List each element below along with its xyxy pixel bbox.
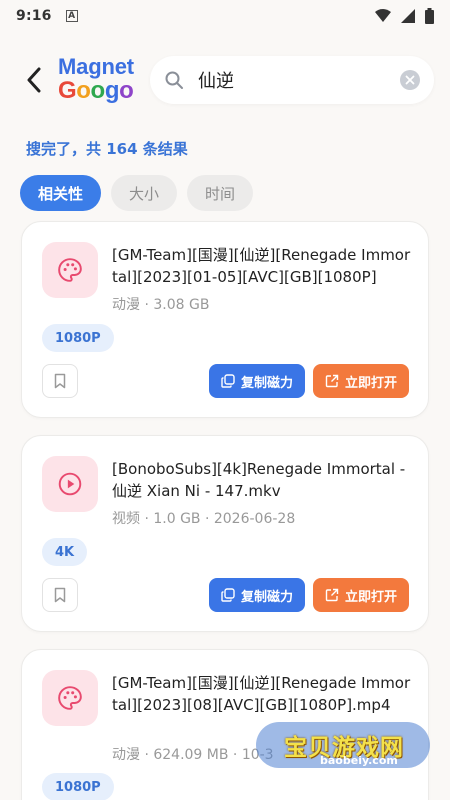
- sort-tabs: 相关性 大小 时间: [20, 175, 254, 211]
- battery-icon: [425, 8, 434, 24]
- quality-tag: 1080P: [42, 773, 114, 800]
- copy-icon: [221, 374, 235, 388]
- copy-icon: [221, 588, 235, 602]
- close-icon: [405, 75, 415, 85]
- logo-text-googo: Googo: [58, 77, 134, 104]
- result-title[interactable]: [BonoboSubs][4k]Renegade Immortal - 仙逆 X…: [112, 458, 412, 502]
- bookmark-icon: [54, 373, 66, 389]
- status-time: 9:16: [16, 8, 52, 24]
- open-now-button[interactable]: 立即打开: [313, 364, 409, 398]
- copy-magnet-label: 复制磁力: [240, 589, 293, 605]
- status-bar: 9:16 A: [0, 0, 450, 32]
- category-icon-box: [42, 456, 98, 512]
- bookmark-button[interactable]: [42, 578, 78, 612]
- chevron-left-icon: [27, 67, 41, 93]
- back-button[interactable]: [18, 62, 50, 98]
- search-query[interactable]: 仙逆: [198, 67, 400, 93]
- open-now-label: 立即打开: [344, 589, 397, 605]
- result-title[interactable]: [GM-Team][国漫][仙逆][Renegade Immortal][202…: [112, 244, 412, 288]
- play-circle-icon: [58, 472, 82, 496]
- quality-tag: 1080P: [42, 324, 114, 352]
- copy-magnet-button[interactable]: 复制磁力: [209, 364, 305, 398]
- category-icon-box: [42, 242, 98, 298]
- logo-text-magnet: Magnet: [58, 54, 134, 79]
- copy-magnet-button[interactable]: 复制磁力: [209, 578, 305, 612]
- palette-icon: [58, 686, 82, 710]
- quality-tag: 4K: [42, 538, 88, 566]
- notification-icon: A: [65, 10, 78, 22]
- site-watermark: 宝贝游戏网 baobeiy.com: [256, 722, 430, 768]
- copy-magnet-label: 复制磁力: [240, 375, 293, 391]
- open-now-label: 立即打开: [344, 375, 397, 391]
- bookmark-icon: [54, 587, 66, 603]
- app-logo: Magnet Googo: [58, 56, 140, 104]
- header: Magnet Googo 仙逆: [0, 48, 450, 112]
- watermark-url: baobeiy.com: [320, 754, 398, 767]
- external-link-icon: [325, 588, 339, 602]
- open-now-button[interactable]: 立即打开: [313, 578, 409, 612]
- search-input[interactable]: 仙逆: [150, 56, 434, 104]
- wifi-icon: [375, 9, 391, 22]
- result-card[interactable]: [BonoboSubs][4k]Renegade Immortal - 仙逆 X…: [21, 435, 429, 632]
- result-meta: 视频 · 1.0 GB · 2026-06-28: [112, 511, 296, 527]
- result-card[interactable]: [GM-Team][国漫][仙逆][Renegade Immortal][202…: [21, 221, 429, 418]
- palette-icon: [58, 258, 82, 282]
- result-title[interactable]: [GM-Team][国漫][仙逆][Renegade Immortal][202…: [112, 672, 412, 716]
- signal-icon: [401, 9, 415, 23]
- result-meta: 动漫 · 624.09 MB · 10-3: [112, 747, 274, 763]
- result-count: 搜完了，共 164 条结果: [26, 140, 188, 158]
- external-link-icon: [325, 374, 339, 388]
- tab-size[interactable]: 大小: [111, 175, 178, 211]
- tab-relevance[interactable]: 相关性: [20, 175, 102, 211]
- bookmark-button[interactable]: [42, 364, 78, 398]
- result-meta: 动漫 · 3.08 GB: [112, 297, 210, 313]
- search-icon: [165, 71, 183, 89]
- clear-search-button[interactable]: [400, 70, 420, 90]
- tab-time[interactable]: 时间: [187, 175, 254, 211]
- category-icon-box: [42, 670, 98, 726]
